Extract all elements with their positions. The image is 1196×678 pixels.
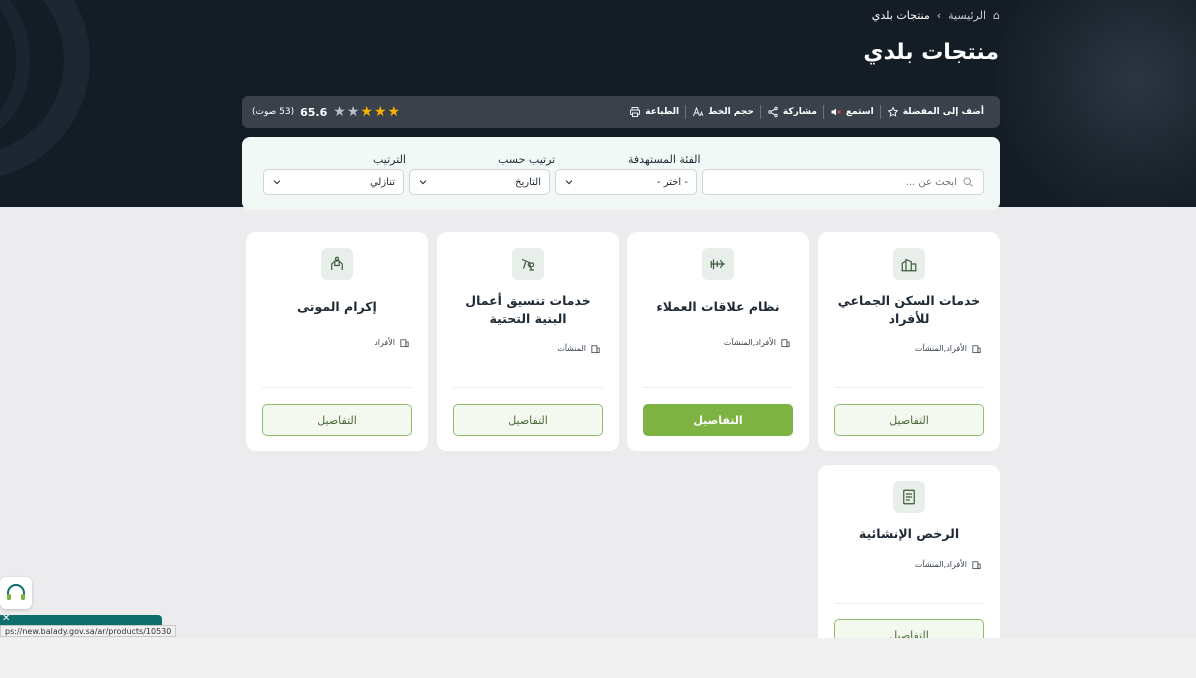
rating: ★ ★ ★ ★ ★ 65.6 (53 صوت)	[252, 105, 400, 119]
breadcrumb-home[interactable]: الرئيسية	[948, 9, 986, 22]
print-button[interactable]: الطباعة	[623, 106, 685, 118]
infrastructure-icon	[512, 248, 544, 280]
search-input[interactable]	[702, 169, 984, 195]
card-tags-text: المنشآت	[557, 344, 586, 353]
divider	[643, 387, 793, 388]
share-icon	[768, 106, 778, 118]
hands-icon	[321, 248, 353, 280]
card-tags: المنشآت	[557, 343, 601, 354]
card-tags-text: الأفراد,المنشآت	[914, 344, 967, 353]
audience-icon	[400, 339, 409, 348]
product-card: خدمات السكن الجماعي للأفراد الأفراد,المن…	[818, 232, 1000, 451]
home-icon[interactable]: ⌂	[993, 9, 1000, 22]
details-button[interactable]: التفاصيل	[834, 404, 984, 436]
card-title: إكرام الموتى	[297, 299, 377, 314]
divider	[453, 387, 603, 388]
toolbar-actions: أضف إلى المفضلة استمع مشاركة حجم الخط ال…	[623, 105, 990, 119]
share-label: مشاركة	[782, 107, 817, 117]
card-title: نظام علاقات العملاء	[656, 299, 780, 314]
order-select[interactable]: تنازلي	[263, 169, 404, 195]
listen-button[interactable]: استمع	[824, 106, 880, 118]
star-outline-icon	[887, 106, 899, 117]
page-title: منتجات بلدي	[863, 40, 999, 65]
search-icon	[963, 177, 973, 187]
sort-by-label: ترتيب حسب	[498, 153, 556, 166]
sort-by-value: التاريخ	[515, 176, 541, 188]
star-empty-icon[interactable]: ★	[347, 105, 360, 119]
divider	[822, 105, 824, 119]
font-size-button[interactable]: حجم الخط	[686, 106, 760, 118]
details-button[interactable]: التفاصيل	[262, 404, 412, 436]
breadcrumb: ⌂ الرئيسية › منتجات بلدي	[872, 9, 1000, 22]
star-filled-icon[interactable]: ★	[388, 105, 401, 119]
font-size-icon	[693, 106, 704, 117]
audience-icon	[972, 345, 981, 354]
star-empty-icon[interactable]: ★	[333, 105, 346, 119]
card-title: خدمات تنسيق أعمال البنية التحتية	[465, 293, 591, 326]
breadcrumb-current: منتجات بلدي	[871, 9, 930, 22]
document-icon	[893, 481, 925, 513]
audience-icon	[972, 561, 981, 570]
divider	[262, 387, 412, 388]
printer-icon	[630, 107, 641, 117]
chevron-down-icon	[273, 180, 281, 185]
card-title: الرخص الإنشائية	[858, 526, 960, 541]
star-filled-icon[interactable]: ★	[360, 105, 373, 119]
divider	[834, 387, 984, 388]
rating-votes: (53 صوت)	[252, 107, 295, 117]
filter-panel: الفئة المستهدفة - اختر - ترتيب حسب التار…	[242, 137, 1000, 210]
order-value: تنازلي	[369, 176, 395, 188]
star-filled-icon[interactable]: ★	[374, 105, 387, 119]
product-card: نظام علاقات العملاء الأفراد,المنشآت التف…	[627, 232, 809, 451]
card-tags: الأفراد,المنشآت	[915, 343, 982, 354]
product-card: إكرام الموتى الأفراد التفاصيل	[246, 232, 428, 451]
details-button[interactable]: التفاصيل	[643, 404, 793, 436]
sort-by-select[interactable]: التاريخ	[409, 169, 550, 195]
listen-label: استمع	[845, 107, 874, 117]
status-url: ps://new.balady.gov.sa/ar/products/10530	[0, 625, 177, 637]
card-tags: الأفراد,المنشآت	[915, 559, 982, 570]
card-tags-text: الأفراد	[374, 338, 395, 347]
chevron-down-icon	[565, 180, 573, 185]
support-widget[interactable]	[0, 577, 32, 609]
breadcrumb-separator: ›	[936, 9, 942, 22]
crm-icon	[702, 248, 734, 280]
card-tags-text: الأفراد,المنشآت	[723, 338, 776, 347]
favorite-label: أضف إلى المفضلة	[902, 107, 984, 117]
divider	[759, 105, 761, 119]
page-bottom	[0, 638, 1196, 678]
category-label: الفئة المستهدفة	[628, 153, 701, 166]
audience-icon	[591, 345, 600, 354]
product-card: الرخص الإنشائية الأفراد,المنشآت التفاصيل	[818, 465, 1000, 655]
speaker-mute-icon	[831, 108, 841, 116]
divider	[685, 105, 687, 119]
category-select[interactable]: - اختر -	[555, 169, 697, 195]
print-label: الطباعة	[645, 107, 680, 117]
rating-stars[interactable]: ★ ★ ★ ★ ★	[333, 105, 400, 119]
headset-icon	[7, 584, 25, 600]
category-value: - اختر -	[656, 176, 688, 188]
card-tags: الأفراد,المنشآت	[724, 337, 791, 348]
rating-score: 65.6	[300, 105, 328, 119]
chevron-down-icon	[419, 180, 427, 185]
close-icon[interactable]: ✕	[2, 613, 10, 624]
decorative-glow	[996, 0, 1196, 207]
divider	[834, 603, 984, 604]
favorite-button[interactable]: أضف إلى المفضلة	[881, 106, 990, 118]
building-icon	[893, 248, 925, 280]
share-button[interactable]: مشاركة	[761, 106, 823, 118]
divider	[879, 105, 881, 119]
audience-icon	[781, 339, 790, 348]
order-label: الترتيب	[373, 153, 406, 166]
product-card: خدمات تنسيق أعمال البنية التحتية المنشآت…	[437, 232, 619, 451]
font-size-label: حجم الخط	[708, 107, 754, 117]
card-title: خدمات السكن الجماعي للأفراد	[837, 293, 981, 326]
details-button[interactable]: التفاصيل	[453, 404, 603, 436]
page-toolbar: أضف إلى المفضلة استمع مشاركة حجم الخط ال…	[242, 96, 1000, 128]
card-tags-text: الأفراد,المنشآت	[914, 560, 967, 569]
card-tags: الأفراد	[374, 337, 410, 348]
